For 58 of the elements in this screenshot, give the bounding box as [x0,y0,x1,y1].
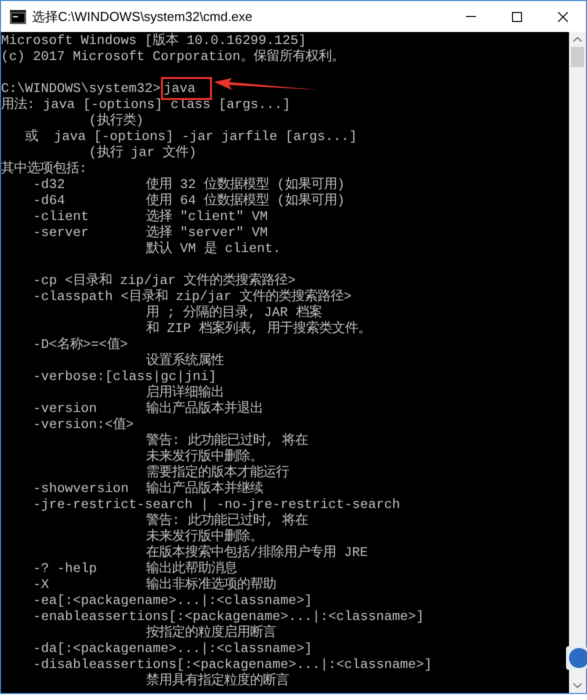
option-name: -ea[:<packagename>...|:<classname>] [33,593,312,609]
option-description: 禁用具有指定粒度的断言 [146,673,289,689]
option-name: -cp <目录和 zip/jar 文件的类搜索路径> [33,273,296,288]
option-name: -classpath <目录和 zip/jar 文件的类搜索路径> [33,289,352,304]
option-description: 需要指定的版本才能运行 [146,465,289,480]
option-name: -X [33,577,50,593]
input-method-icon[interactable] [566,646,587,670]
option-description: 按指定的粒度启用断言 [146,625,276,641]
console-line: (执行 jar 文件) [88,145,197,160]
console-line: (c) 2017 Microsoft Corporation。保留所有权利。 [1,49,344,64]
console-line: Microsoft Windows [版本 10.0.16299.125] [1,33,306,48]
option-name: -enableassertions[:<packagename>...|:<classname>] [33,609,424,624]
option-description: 默认 VM 是 client. [146,241,281,257]
scroll-down-icon[interactable] [573,683,582,688]
option-name: -verbose:[class|gc|jni] [33,369,217,384]
option-description: 启用详细输出 [146,385,224,400]
option-description: 输出产品版本并继续 [146,481,263,497]
window-title: 选择C:\WINDOWS\system32\cmd.exe [32,8,252,26]
option-description: 未来发行版中删除。 [146,449,263,464]
option-description: 输出非标准选项的帮助 [146,577,276,593]
option-name: -? -help [33,561,98,577]
option-description: 输出此帮助消息 [146,561,237,576]
option-name: -d64 [33,193,66,209]
scrollbar-thumb[interactable] [571,47,584,67]
option-name: -client [33,209,90,225]
option-name: -showversion [33,481,130,497]
terminal-icon [10,10,26,24]
option-description: 未来发行版中删除。 [146,529,263,544]
option-name: -version:<值> [33,417,134,433]
option-description: 设置系统属性 [146,353,224,369]
option-name: -da[:<packagename>...|:<classname>] [33,641,312,657]
minimize-icon [466,16,476,17]
console-line: 用法: java [-options] class [args...] [1,97,290,112]
option-name: -server [33,225,90,241]
option-description: 和 ZIP 档案列表, 用于搜索类文件。 [146,321,371,337]
scrollbar[interactable] [569,32,586,693]
command-text: java [160,77,212,100]
option-description: 在版本搜索中包括/排除用户专用 JRE [146,545,368,560]
option-name: -jre-restrict-search | -no-jre-restrict-search [33,497,400,512]
option-description: 输出产品版本并退出 [146,401,263,417]
option-description: 用 ; 分隔的目录, JAR 档案 [146,305,322,320]
option-description: 选择 "client" VM [146,209,268,225]
option-name: -D<名称>=<值> [33,337,128,353]
option-description: 选择 "server" VM [146,225,268,241]
option-name: -version [33,401,98,417]
prompt-text: C:\WINDOWS\system32> [1,81,161,96]
console-line: 其中选项包括: [1,161,87,176]
maximize-icon [512,12,522,22]
scroll-up-icon[interactable] [573,37,582,42]
option-description: 使用 64 位数据模型 (如果可用) [146,193,345,209]
console-line: 或 java [-options] -jar jarfile [args...] [24,129,358,144]
option-description: 使用 32 位数据模型 (如果可用) [146,177,345,193]
option-description: 警告: 此功能已过时, 将在 [146,433,308,448]
option-name: -disableassertions[:<packagename>...|:<classname>] [33,657,432,672]
option-name: -d32 [33,177,66,193]
console-line: (执行类) [88,113,144,128]
close-icon [558,12,568,22]
option-description: 警告: 此功能已过时, 将在 [146,513,308,528]
